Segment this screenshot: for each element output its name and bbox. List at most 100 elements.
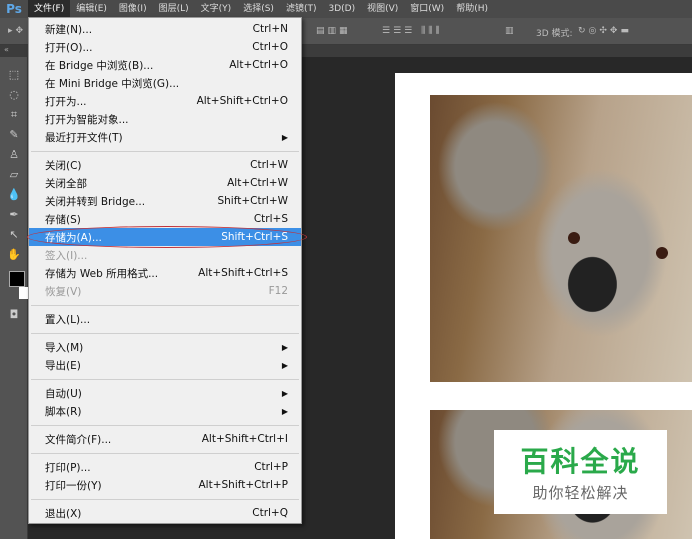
file-menu-item[interactable]: 置入(L)... <box>29 310 301 328</box>
3d-mode-label: 3D 模式: <box>536 29 573 39</box>
menu-item-label: 导出(E) <box>45 359 81 372</box>
menu-item-label: 存储为(A)... <box>45 231 102 244</box>
file-menu-item[interactable]: 存储为(A)... Shift+Ctrl+S <box>27 226 307 248</box>
stamp-tool-icon[interactable]: ♙ <box>0 145 28 165</box>
menu-item-shortcut: Alt+Shift+Ctrl+O <box>196 95 288 107</box>
menu-item-label: 打印(P)... <box>45 461 91 474</box>
menu-file[interactable]: 文件(F) <box>28 0 71 18</box>
file-menu-item[interactable]: 导入(M) ▶ <box>29 338 301 356</box>
crop-tool-icon[interactable]: ⌗ <box>0 105 28 125</box>
menu-item-shortcut: Alt+Shift+Ctrl+S <box>198 267 288 279</box>
file-menu-item[interactable]: 在 Bridge 中浏览(B)... Alt+Ctrl+O <box>29 56 301 74</box>
file-menu-dropdown: 新建(N)... Ctrl+N 打开(O)... Ctrl+O 在 Bridge 中浏览… <box>27 17 307 524</box>
3d-tool-icons[interactable]: ↻◎✣✥▬ <box>578 26 632 36</box>
healing-tool-icon[interactable]: ✎ <box>0 125 28 145</box>
menu-separator <box>29 448 301 458</box>
menu-item-label: 打开(O)... <box>45 41 93 54</box>
file-menu-item[interactable]: 关闭全部 Alt+Ctrl+W <box>29 174 301 192</box>
path-select-tool-icon[interactable]: ↖ <box>0 225 28 245</box>
submenu-arrow-icon: ▶ <box>281 132 288 142</box>
file-menu-item[interactable]: 退出(X) Ctrl+Q <box>29 504 301 522</box>
marquee-tool-icon[interactable]: ⬚ <box>0 65 28 85</box>
menu-item-shortcut: Shift+Ctrl+S <box>221 231 288 243</box>
file-menu-item[interactable]: 签入(I)... <box>29 246 301 264</box>
file-menu-item[interactable]: 文件简介(F)... Alt+Shift+Ctrl+I <box>29 430 301 448</box>
menu-item-label: 关闭(C) <box>45 159 82 172</box>
background-color-swatch[interactable] <box>19 287 28 299</box>
file-menu-item[interactable]: 存储为 Web 所用格式... Alt+Shift+Ctrl+S <box>29 264 301 282</box>
menu-item-label: 在 Mini Bridge 中浏览(G)... <box>45 77 180 90</box>
menu-item-label: 新建(N)... <box>45 23 93 36</box>
pen-tool-icon[interactable]: ✒ <box>0 205 28 225</box>
menu-item-shortcut: F12 <box>268 285 288 297</box>
menu-item-label: 打印一份(Y) <box>45 479 102 492</box>
quick-mask-icon[interactable]: ◘ <box>0 305 28 325</box>
file-menu-item[interactable]: 导出(E) ▶ <box>29 356 301 374</box>
hand-tool-icon[interactable]: ✋ <box>0 245 28 265</box>
file-menu-item[interactable]: 打印(P)... Ctrl+P <box>29 458 301 476</box>
menu-edit[interactable]: 编辑(E) <box>70 0 113 18</box>
eraser-tool-icon[interactable]: ▱ <box>0 165 28 185</box>
submenu-arrow-icon: ▶ <box>281 342 288 352</box>
menu-item-label: 关闭并转到 Bridge... <box>45 195 146 208</box>
submenu-arrow-icon: ▶ <box>281 388 288 398</box>
menu-image[interactable]: 图像(I) <box>113 0 153 18</box>
file-menu-item[interactable]: 脚本(R) ▶ <box>29 402 301 420</box>
menu-item-label: 在 Bridge 中浏览(B)... <box>45 59 154 72</box>
koala-eye <box>568 232 580 244</box>
auto-align-icon[interactable]: ▥ <box>505 26 517 36</box>
menu-item-label: 存储为 Web 所用格式... <box>45 267 159 280</box>
menu-item-shortcut: Ctrl+S <box>253 213 288 225</box>
menu-item-shortcut: Alt+Ctrl+O <box>229 59 288 71</box>
menu-item-label: 最近打开文件(T) <box>45 131 123 144</box>
menu-3d[interactable]: 3D(D) <box>322 0 361 18</box>
koala-image <box>430 95 692 382</box>
menu-item-shortcut: Ctrl+P <box>254 461 288 473</box>
file-menu-item[interactable]: 打印一份(Y) Alt+Shift+Ctrl+P <box>29 476 301 494</box>
foreground-color-swatch[interactable] <box>9 271 25 287</box>
menu-item-label: 自动(U) <box>45 387 82 400</box>
photoshop-logo: Ps <box>6 2 22 16</box>
menu-view[interactable]: 视图(V) <box>361 0 404 18</box>
menu-item-label: 存储(S) <box>45 213 81 226</box>
lasso-tool-icon[interactable]: ◌ <box>0 85 28 105</box>
file-menu-item[interactable]: 打开(O)... Ctrl+O <box>29 38 301 56</box>
watermark-subtitle: 助你轻松解决 <box>532 484 629 502</box>
file-menu-item[interactable]: 打开为智能对象... <box>29 110 301 128</box>
menu-item-label: 恢复(V) <box>45 285 82 298</box>
blur-tool-icon[interactable]: 💧 <box>0 185 28 205</box>
distribute-icons[interactable]: ☰☰☰ ⫼⫼⫼ <box>382 26 443 36</box>
file-menu-item[interactable]: 新建(N)... Ctrl+N <box>29 20 301 38</box>
menu-item-shortcut: Shift+Ctrl+W <box>217 195 288 207</box>
menu-item-label: 打开为智能对象... <box>45 113 129 126</box>
move-tool-icon[interactable]: ▸✥ <box>8 26 26 36</box>
menu-item-shortcut: Alt+Ctrl+W <box>227 177 288 189</box>
menu-item-label: 关闭全部 <box>45 177 87 190</box>
menu-layer[interactable]: 图层(L) <box>153 0 195 18</box>
menu-separator <box>29 328 301 338</box>
submenu-arrow-icon: ▶ <box>281 360 288 370</box>
menu-item-label: 置入(L)... <box>45 313 91 326</box>
menu-select[interactable]: 选择(S) <box>237 0 280 18</box>
file-menu-item[interactable]: 最近打开文件(T) ▶ <box>29 128 301 146</box>
menu-filter[interactable]: 滤镜(T) <box>280 0 323 18</box>
file-menu-item[interactable]: 自动(U) ▶ <box>29 384 301 402</box>
file-menu-item[interactable]: 恢复(V) F12 <box>29 282 301 300</box>
file-menu-item[interactable]: 关闭并转到 Bridge... Shift+Ctrl+W <box>29 192 301 210</box>
menu-help[interactable]: 帮助(H) <box>450 0 494 18</box>
menu-type[interactable]: 文字(Y) <box>195 0 238 18</box>
watermark-logo: 百科全说 助你轻松解决 <box>494 430 667 514</box>
submenu-arrow-icon: ▶ <box>281 406 288 416</box>
file-menu-item[interactable]: 打开为... Alt+Shift+Ctrl+O <box>29 92 301 110</box>
menu-window[interactable]: 窗口(W) <box>404 0 450 18</box>
menu-item-label: 打开为... <box>45 95 87 108</box>
menu-separator <box>29 374 301 384</box>
menu-item-label: 脚本(R) <box>45 405 82 418</box>
menu-item-label: 导入(M) <box>45 341 84 354</box>
file-menu-item[interactable]: 在 Mini Bridge 中浏览(G)... <box>29 74 301 92</box>
menu-item-label: 退出(X) <box>45 507 82 520</box>
menu-separator <box>29 420 301 430</box>
menu-item-shortcut: Ctrl+W <box>250 159 288 171</box>
file-menu-item[interactable]: 关闭(C) Ctrl+W <box>29 156 301 174</box>
align-icons[interactable]: ▤▥▦ <box>316 26 351 36</box>
